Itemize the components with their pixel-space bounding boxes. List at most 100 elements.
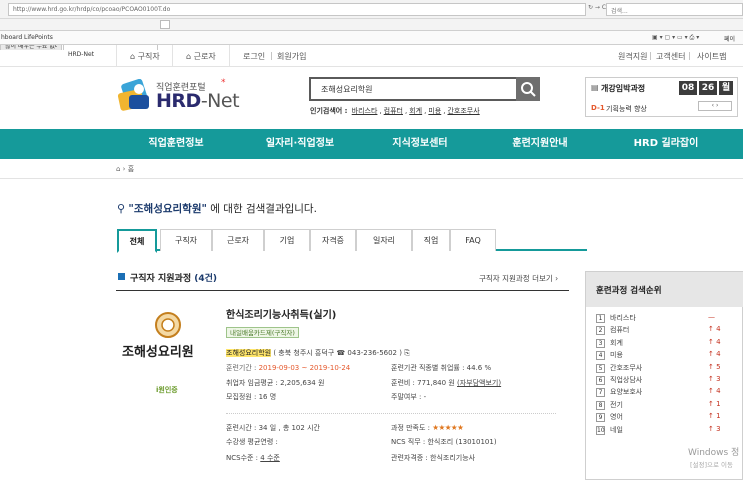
avg-age-line: 수강생 평균연령 : [226,438,278,446]
separator: | [688,51,691,60]
favorite-item[interactable]: hboard [1,34,22,41]
ranking-item[interactable]: 6 직업상담사 ↑ 3 [596,375,721,388]
org-emblem-icon [155,312,181,338]
ncs-level-link[interactable]: 4 수준 [260,454,280,462]
url-text: http://www.hrd.go.kr/hrdp/co/pcoao/PCOAO… [13,6,171,13]
rank-term: 간호조무사 [610,363,643,372]
toolbar-icons[interactable]: ▣ ▾ ▢ ▾ ▭ ▾ ⎙ ▾ [652,34,699,42]
popular-searches: 인기검색어 : 바리스타, 컴퓨터, 회계, 미용, 간호조무사 [310,107,480,115]
cert-mark: i원인증 [156,386,178,394]
ranking-item[interactable]: 1 바리스타 — [596,313,716,326]
worker-label: 근로자 [193,52,216,61]
logo-title[interactable]: HRD-Net [156,90,240,112]
url-field[interactable]: http://www.hrd.go.kr/hrdp/co/pcoao/PCOAO… [8,3,586,16]
month-unit: 월 [719,81,733,95]
site-search-input[interactable]: 조해성요리학원 [309,77,540,101]
remote-support-link[interactable]: 원격지원 [618,51,647,62]
rank-change: ↑ 4 [708,325,721,334]
tab-certificate[interactable]: 자격증 [310,229,356,251]
carousel-arrows[interactable]: ‹ › [698,101,732,111]
rank-term: 네일 [610,425,623,434]
popular-term[interactable]: 간호조무사 [447,107,479,115]
popular-term[interactable]: 미용 [428,107,441,115]
jobseeker-link[interactable]: ⌂ 구직자 [130,51,160,62]
results-query: "조해성요리학원" [128,203,207,215]
rank-number: 1 [596,314,605,323]
favorites-bar: hboard LifePoints ▣ ▾ ▢ ▾ ▭ ▾ ⎙ ▾ 페이 [0,31,743,45]
rank-term: 회계 [610,338,623,347]
tab-jobseeker[interactable]: 구직자 [160,229,212,251]
rank-number: 8 [596,400,605,410]
rating-stars: ★★★★★ [432,423,464,432]
rank-term: 미용 [610,351,623,360]
ranking-item[interactable]: 5 간호조무사 ↑ 5 [596,363,721,376]
jobseeker-label: 구직자 [137,52,160,61]
rank-number: 10 [596,425,605,435]
soon-course-link[interactable]: 기획능력 향상 [606,104,647,114]
browser-search-box[interactable]: 검색... [606,3,743,16]
info-divider [226,413,556,414]
ranking-item[interactable]: 2 컴퓨터 ↑ 4 [596,325,721,338]
customer-center-link[interactable]: 고객센터 [656,51,685,62]
browser-search-placeholder: 검색... [611,8,628,15]
tab-strip: 많이 배우는 무료 없다... HRD-Net [0,19,743,58]
org-address: ( 충북 청주시 흥덕구 ☎ 043-236-5602 ) [273,349,402,357]
tab-faq[interactable]: FAQ [450,229,496,251]
ranking-item[interactable]: 9 영어 ↑ 1 [596,412,721,425]
more-link[interactable]: 구직자 지원과정 더보기 › [479,273,558,284]
page-menu[interactable]: 페이 [724,34,735,43]
breadcrumb-home[interactable]: 홈 [128,165,134,173]
dday-label: D-1 [591,104,605,112]
hrd-logo-icon[interactable] [117,78,153,113]
search-button[interactable] [516,77,540,101]
nav-training-support[interactable]: 훈련지원안내 [480,129,600,159]
fee-line: 훈련비 : 771,840 원 (자부담액보기) [391,378,501,388]
new-tab-button[interactable] [160,20,170,29]
period-value: 2019-09-03 ~ 2019-10-24 [258,364,351,372]
popular-term[interactable]: 회계 [409,107,422,115]
tab-company[interactable]: 기업 [264,229,310,251]
favorite-item[interactable]: LifePoints [24,34,53,41]
nav-hrd-guide[interactable]: HRD 길라잡이 [606,129,726,159]
card-type-badge: 내일배움카드제(구직자) [226,327,299,338]
tab-jobs[interactable]: 일자리 [356,229,412,251]
opening-soon-title: 개강임박과정 [601,84,646,93]
divider [0,178,743,179]
results-suffix: 에 대한 검색결과입니다. [206,203,317,215]
nav-jobs-info[interactable]: 일자리·직업정보 [240,129,360,159]
popular-term[interactable]: 컴퓨터 [384,107,403,115]
signup-link[interactable]: 회원가입 [277,51,306,62]
tab-occupation[interactable]: 직업 [412,229,450,251]
ranking-item[interactable]: 4 미용 ↑ 4 [596,350,721,363]
rank-change: ↑ 4 [708,337,721,346]
ranking-item[interactable]: 3 회계 ↑ 4 [596,338,721,351]
breadcrumb: ⌂ › 홈 [116,165,135,173]
sitemap-link[interactable]: 사이트맵 [697,51,726,62]
course-title[interactable]: 한식조리기능사취득(실기) [226,306,336,321]
nav-training-info[interactable]: 직업훈련정보 [116,129,236,159]
ranking-item[interactable]: 7 요양보호사 ↑ 4 [596,387,721,400]
tab-worker[interactable]: 근로자 [212,229,264,251]
ranking-item[interactable]: 8 전기 ↑ 1 [596,400,721,413]
tab-all[interactable]: 전체 [117,229,157,253]
windows-watermark-sub: [설정]으로 이동 [690,461,734,469]
rank-term: 요양보호사 [610,388,643,397]
windows-watermark: Windows 정 [688,448,740,458]
rank-number: 3 [596,338,605,348]
login-link[interactable]: 로그인 [243,51,265,62]
home-icon[interactable]: ⌂ [116,165,120,173]
utility-bar: ⌂ 구직자 ⌂ 근로자 로그인 | 회원가입 원격지원 | 고객센터 | 사이트… [0,45,743,67]
org-name[interactable]: 조해성요리학원 [226,349,272,357]
popular-term[interactable]: 바리스타 [352,107,378,115]
day-box: 26 [699,81,717,95]
nav-knowledge-center[interactable]: 지식정보센터 [360,129,480,159]
worker-link[interactable]: ⌂ 근로자 [186,51,216,62]
fee-detail-link[interactable]: (자부담액보기) [457,379,501,387]
refresh-icon[interactable]: ↻ → C [588,4,606,11]
rank-term: 전기 [610,400,623,409]
share-icon[interactable]: ⎘ [404,349,410,357]
capacity-line: 모집정원 : 16 명 [226,393,277,401]
logo-title-prefix: HRD [156,90,201,112]
ranking-item[interactable]: 10 네일 ↑ 3 [596,425,721,438]
rank-number: 6 [596,376,605,385]
